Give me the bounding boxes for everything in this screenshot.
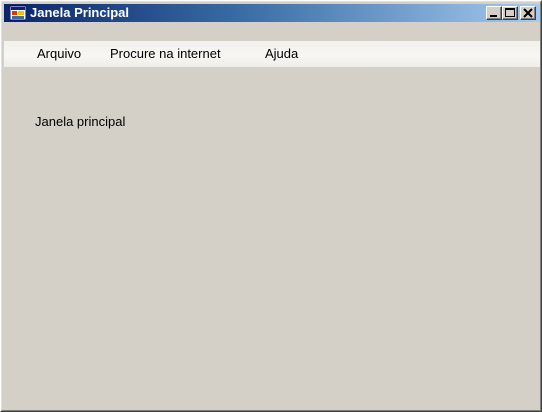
- title-bar[interactable]: Janela Principal: [4, 4, 540, 22]
- menu-item-arquivo[interactable]: Arquivo: [37, 45, 81, 63]
- app-window-icon[interactable]: [9, 5, 27, 21]
- close-icon: [523, 8, 533, 18]
- maximize-button[interactable]: [502, 6, 518, 20]
- menu-item-procure-na-internet[interactable]: Procure na internet: [110, 45, 221, 63]
- menu-item-ajuda[interactable]: Ajuda: [265, 45, 298, 63]
- minimize-button[interactable]: [486, 6, 502, 20]
- minimize-icon: [490, 15, 497, 17]
- maximize-icon: [505, 8, 515, 17]
- close-button[interactable]: [520, 6, 536, 20]
- main-label: Janela principal: [35, 114, 126, 129]
- window-title: Janela Principal: [30, 5, 129, 20]
- main-window: Janela Principal Arquivo Procure na inte…: [0, 0, 542, 412]
- menu-bar: Arquivo Procure na internet Ajuda: [4, 41, 540, 67]
- client-area: Janela principal: [4, 67, 540, 410]
